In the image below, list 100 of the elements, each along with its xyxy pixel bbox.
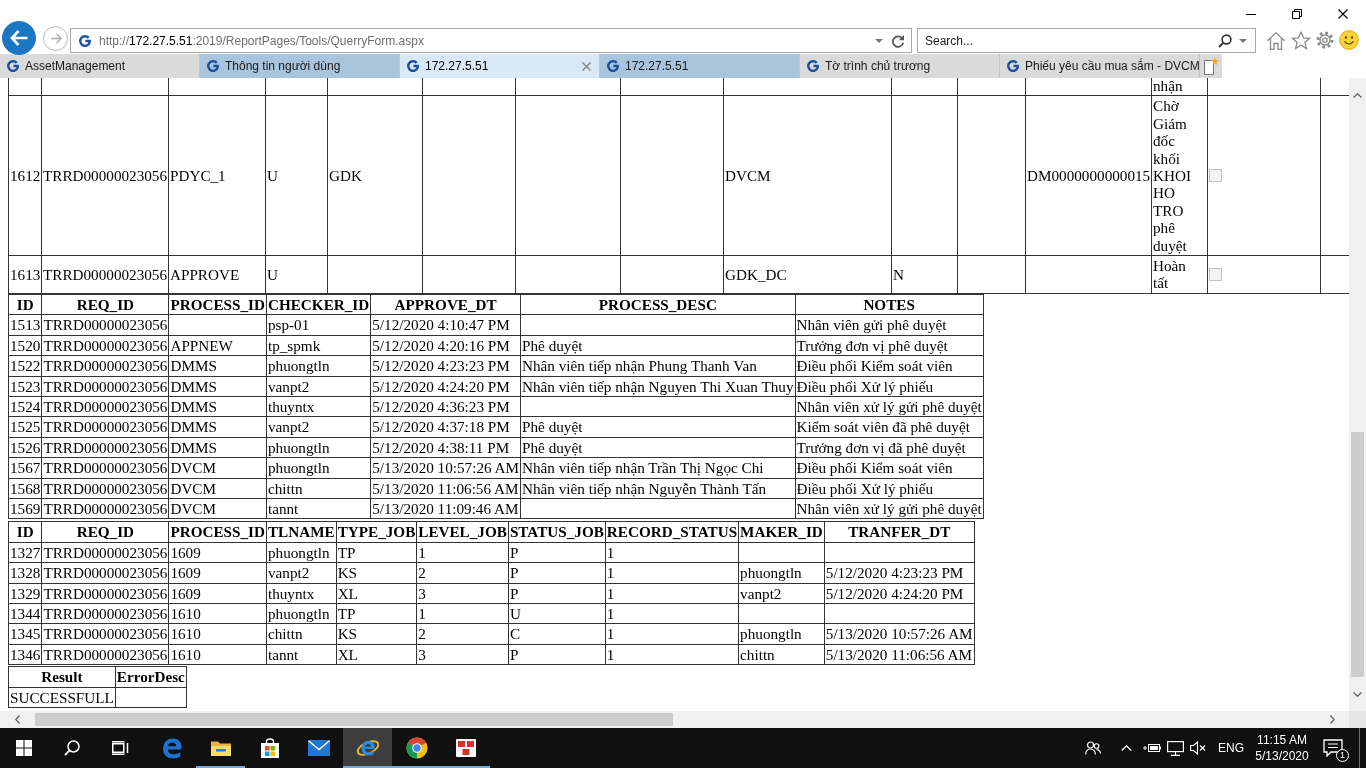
table-cell: 1613	[8, 255, 42, 294]
search-bar[interactable]: Search...	[917, 28, 1256, 53]
left-arrow-icon	[10, 30, 28, 46]
table-cell: Nhân viên xử lý gửi phê duyệt	[795, 396, 984, 417]
search-field[interactable]: Search...	[925, 31, 1218, 50]
close-icon[interactable]	[1338, 9, 1348, 19]
table-cell: 1345	[8, 623, 42, 645]
table-cell: 1526	[8, 437, 42, 458]
star-icon[interactable]	[1291, 30, 1311, 50]
chevron-down-icon[interactable]	[1353, 691, 1362, 697]
table-cell: 3	[416, 583, 509, 604]
table-cell: Trưởng đơn vị phê duyệt	[795, 335, 984, 356]
table-cell: Nhân viên tiếp nhận Nguyen Thi Xuan Thuy	[520, 376, 796, 397]
browser-tab[interactable]: 172.27.5.51	[600, 54, 800, 78]
search-icon[interactable]	[1218, 33, 1232, 48]
scroll-thumb[interactable]	[35, 713, 673, 726]
browser-tab[interactable]: Thông tin người dùng	[200, 54, 400, 78]
table-cell: P	[508, 644, 606, 665]
new-tab-button[interactable]	[1200, 54, 1222, 78]
battery-icon[interactable]	[1143, 742, 1161, 754]
table-cell: APPROVE	[168, 255, 266, 294]
notification-count: 1	[1336, 749, 1349, 762]
table-cell: 1522	[8, 355, 42, 376]
minimize-icon[interactable]	[1246, 13, 1256, 15]
table-cell: chittn	[738, 644, 825, 665]
table-cell: Kiểm soát viên đã phê duyệt	[795, 416, 984, 438]
table-cell: phuongtln	[738, 623, 825, 645]
table-cell: N	[891, 255, 958, 294]
table-cell: Điều phối Kiểm soát viên	[795, 355, 984, 376]
column-header: Result	[8, 666, 116, 688]
speaker-muted-icon[interactable]	[1190, 741, 1207, 755]
table-cell: 3	[416, 644, 509, 665]
address-bar[interactable]: http://172.27.5.51:2019/ReportPages/Tools/QuerryForm.aspx	[70, 28, 912, 53]
browser-tab[interactable]: 172.27.5.51	[400, 54, 600, 78]
column-header: REQ_ID	[41, 521, 169, 543]
table-cell: DVCM	[723, 95, 892, 256]
table-cell: DVCM	[168, 498, 267, 519]
column-header: ID	[8, 521, 42, 543]
table-cell: TRRD00000023056	[41, 562, 169, 584]
table-cell: DMMS	[168, 355, 267, 376]
url-text[interactable]: http://172.27.5.51:2019/ReportPages/Tools/QuerryForm.aspx	[99, 33, 875, 48]
table-cell: Nhân viên tiếp nhận Nguyễn Thành Tấn	[520, 478, 796, 499]
task-view-icon[interactable]	[111, 741, 129, 755]
table-cell: Nhân viên tiếp nhận Phung Thanh Van	[520, 355, 796, 376]
table-cell: phuongtln	[266, 542, 337, 563]
language-indicator[interactable]: ENG	[1218, 741, 1244, 755]
settings-icon[interactable]	[1316, 31, 1334, 49]
clock-date[interactable]: 5/13/2020	[1255, 748, 1309, 764]
table-cell: 1567	[8, 457, 42, 479]
table-cell: C	[508, 623, 606, 645]
table-cell: Điều phối Kiểm soát viên	[795, 457, 984, 479]
table-cell: chittn	[266, 623, 337, 645]
table-cell: TP	[336, 542, 417, 563]
table-cell: 1	[605, 562, 739, 584]
refresh-icon[interactable]	[891, 33, 905, 48]
browser-tab[interactable]: AssetManagement	[0, 54, 200, 78]
home-icon[interactable]	[1266, 30, 1286, 50]
horizontal-scrollbar[interactable]	[0, 711, 1349, 728]
table-cell: 1524	[8, 396, 42, 417]
table-cell: Nhân viên tiếp nhận Trần Thị Ngọc Chi	[520, 457, 796, 479]
table-cell: vanpt2	[266, 376, 371, 397]
people-icon[interactable]	[1085, 741, 1101, 755]
table-cell: TRRD00000023056	[41, 542, 169, 563]
dropdown-caret-icon[interactable]	[1239, 38, 1247, 43]
table-cell: XL	[336, 583, 417, 604]
vertical-scrollbar[interactable]	[1349, 78, 1366, 711]
table-cell: 2	[416, 623, 509, 645]
table-cell: 5/12/2020 4:10:47 PM	[370, 314, 521, 336]
folder-icon	[209, 739, 232, 757]
table-cell: 1	[605, 583, 739, 604]
smiley-icon[interactable]	[1339, 30, 1359, 50]
column-header: LEVEL_JOB	[416, 521, 509, 543]
table-cell: TRRD00000023056	[41, 255, 169, 294]
table-cell: DMMS	[168, 437, 267, 458]
restore-icon[interactable]	[1292, 9, 1302, 19]
network-icon[interactable]	[1167, 740, 1184, 756]
dropdown-caret-icon[interactable]	[875, 38, 883, 43]
start-icon[interactable]	[16, 740, 32, 756]
table-cell: 5/13/2020 11:09:46 AM	[370, 498, 521, 519]
table-cell: Nhân viên gửi phê duyệt	[795, 314, 984, 336]
table-cell: 5/13/2020 11:06:56 AM	[370, 478, 521, 499]
table-cell: vanpt2	[266, 416, 371, 438]
chevron-left-icon[interactable]	[14, 715, 20, 724]
table-cell: APPNEW	[168, 335, 267, 356]
chevron-right-icon[interactable]	[1329, 715, 1335, 724]
table-cell: vanpt2	[266, 562, 337, 584]
table-cell: U	[265, 95, 328, 256]
column-header: TLNAME	[266, 521, 337, 543]
browser-tab[interactable]: Phiếu yêu cầu mua sắm - DVCM	[1000, 54, 1200, 78]
back-button[interactable]	[2, 21, 36, 55]
table-cell: TRRD00000023056	[41, 376, 169, 397]
table-cell: SUCCESSFULL	[8, 687, 116, 708]
search-icon[interactable]	[64, 740, 80, 756]
letter-g-icon	[206, 59, 220, 73]
browser-tab[interactable]: Tờ trình chủ trương	[800, 54, 1000, 78]
table-cell: 1	[605, 623, 739, 645]
clock-time[interactable]: 11:15 AM	[1257, 732, 1307, 748]
table-cell: 5/12/2020 4:36:23 PM	[370, 396, 521, 417]
notification-icon[interactable]	[1323, 739, 1343, 757]
scroll-thumb[interactable]	[1351, 432, 1364, 677]
